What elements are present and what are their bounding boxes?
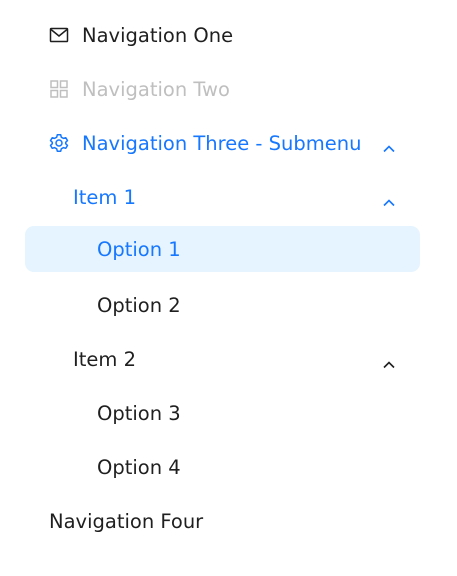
menu-item-label: Option 4 [97,455,181,479]
setting-icon [49,133,69,153]
menu-item-option-2[interactable]: Option 2 [25,282,420,328]
menu-item-label: Option 2 [97,293,181,317]
submenu-item-1[interactable]: Item 1 [25,174,420,220]
submenu-item-2[interactable]: Item 2 [25,336,420,382]
menu-item-option-1[interactable]: Option 1 [25,226,420,272]
chevron-up-icon [382,352,396,369]
navigation-menu: Navigation One Navigation Two Navigation… [0,0,457,576]
submenu-title: Navigation Three - Submenu [82,131,362,155]
menu-item-label: Navigation Four [49,509,204,533]
menu-item-label: Option 3 [97,401,181,425]
mail-icon [49,25,69,45]
chevron-up-icon [382,190,396,207]
appstore-icon [49,79,69,99]
menu-item-option-4[interactable]: Option 4 [25,444,420,490]
menu-item-label: Navigation One [82,23,234,47]
menu-item-option-3[interactable]: Option 3 [25,390,420,436]
menu-item-label: Navigation Two [82,77,230,101]
menu-item-label: Option 1 [97,237,181,261]
menu-item-navigation-one[interactable]: Navigation One [25,12,420,58]
menu-item-navigation-four[interactable]: Navigation Four [25,498,420,544]
submenu-title: Item 1 [73,185,136,209]
submenu-navigation-three[interactable]: Navigation Three - Submenu [25,120,420,166]
chevron-up-icon [382,136,396,153]
submenu-title: Item 2 [73,347,136,371]
menu-item-navigation-two: Navigation Two [25,66,420,112]
